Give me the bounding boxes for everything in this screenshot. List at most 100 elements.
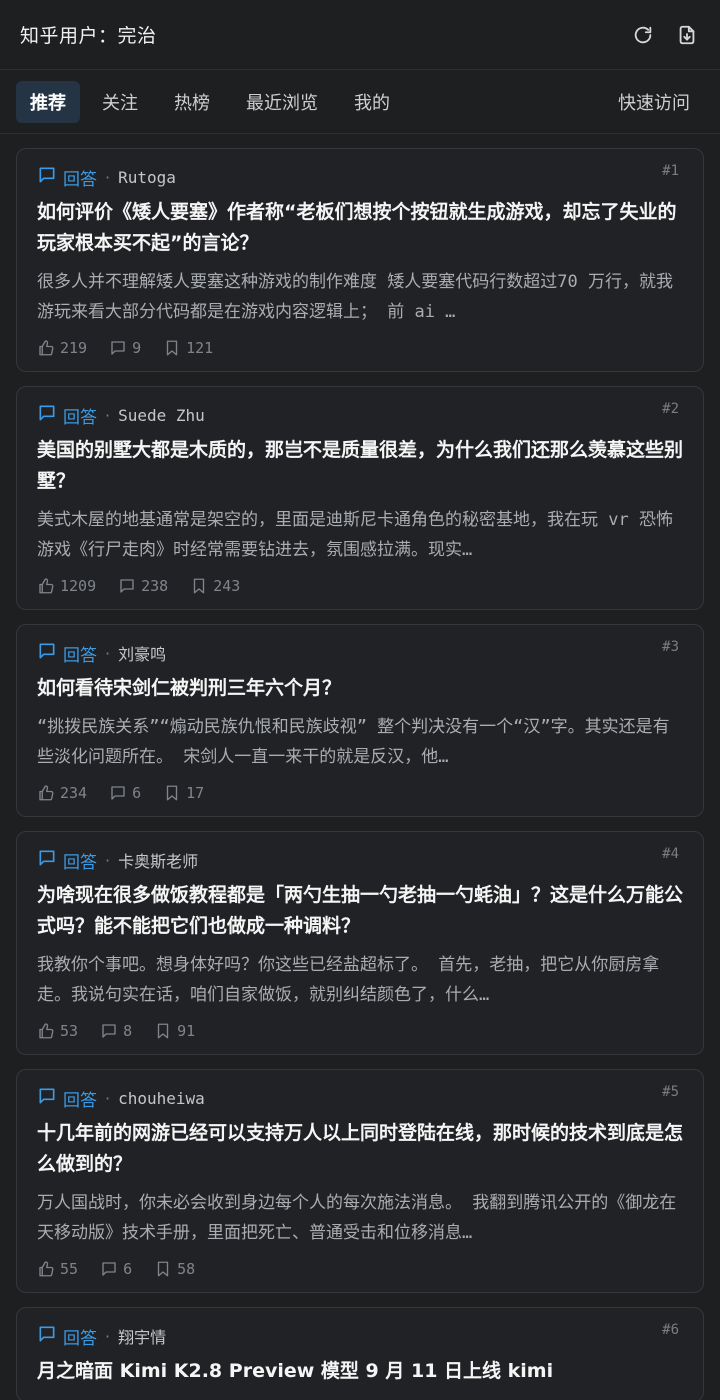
like-count: 55	[60, 1260, 79, 1278]
card-index: #1	[662, 163, 679, 179]
bookmark-icon	[157, 1261, 169, 1277]
favorite-stat[interactable]: 58	[154, 1260, 195, 1278]
question-title[interactable]: 如何评价《矮人要塞》作者称“老板们想按个按钮就生成游戏，却忘了失业的玩家根本买不…	[37, 197, 683, 259]
feed-card[interactable]: #1 回答 · Rutoga 如何评价《矮人要塞》作者称“老板们想按个按钮就生成…	[16, 148, 704, 372]
favorite-stat[interactable]: 121	[163, 339, 213, 357]
comment-stat[interactable]: 238	[118, 577, 168, 595]
author-name[interactable]: 卡奥斯老师	[118, 848, 198, 872]
question-title[interactable]: 如何看待宋剑仁被判刑三年六个月？	[37, 673, 683, 704]
card-meta: 回答 · Suede Zhu	[37, 403, 683, 428]
comment-count: 6	[123, 1260, 133, 1278]
app-header: 知乎用户：完治	[0, 0, 720, 70]
favorite-count: 121	[186, 339, 214, 357]
content-type-label: 回答	[63, 407, 97, 428]
feed-card[interactable]: #4 回答 · 卡奥斯老师 为啥现在很多做饭教程都是「两勺生抽一勺老抽一勺蚝油」…	[16, 831, 704, 1055]
page-title: 知乎用户：完治	[20, 25, 157, 47]
bookmark-icon	[166, 340, 178, 356]
card-meta: 回答 · 卡奥斯老师	[37, 848, 683, 873]
like-stat[interactable]: 234	[37, 784, 87, 802]
comment-count: 9	[132, 339, 142, 357]
card-index: #5	[662, 1084, 679, 1100]
thumbs-up-icon	[39, 785, 54, 801]
answer-excerpt[interactable]: “挑拨民族关系”“煽动民族仇恨和民族歧视” 整个判决没有一个“汉”字。其实还是有…	[37, 712, 683, 772]
comment-icon	[111, 786, 125, 800]
question-title[interactable]: 为啥现在很多做饭教程都是「两勺生抽一勺老抽一勺蚝油」？这是什么万能公式吗？能不能…	[37, 880, 683, 942]
like-stat[interactable]: 1209	[37, 577, 96, 595]
card-index: #2	[662, 401, 679, 417]
thumbs-up-icon	[39, 1261, 54, 1277]
question-title[interactable]: 美国的别墅大都是木质的，那岂不是质量很差，为什么我们还那么羡慕这些别墅？	[37, 435, 683, 497]
separator-dot: ·	[105, 167, 111, 187]
separator-dot: ·	[105, 1088, 111, 1108]
content-type-label: 回答	[63, 1328, 97, 1349]
separator-dot: ·	[105, 405, 111, 425]
comment-stat[interactable]: 6	[109, 784, 141, 802]
comment-icon	[37, 848, 57, 872]
card-meta: 回答 · 刘豪鸣	[37, 641, 683, 666]
like-stat[interactable]: 55	[37, 1260, 78, 1278]
like-stat[interactable]: 219	[37, 339, 87, 357]
card-index: #4	[662, 846, 679, 862]
question-title[interactable]: 十几年前的网游已经可以支持万人以上同时登陆在线，那时候的技术到底是怎么做到的？	[37, 1118, 683, 1180]
favorite-stat[interactable]: 17	[163, 784, 204, 802]
separator-dot: ·	[105, 850, 111, 870]
quick-access-button[interactable]: 快速访问	[604, 81, 704, 123]
answer-excerpt[interactable]: 很多人并不理解矮人要塞这种游戏的制作难度 矮人要塞代码行数超过70 万行，就我游…	[37, 267, 683, 327]
thumbs-up-icon	[39, 1023, 54, 1039]
comment-icon	[37, 1324, 57, 1348]
author-name[interactable]: 翔宇情	[118, 1324, 166, 1348]
like-count: 53	[60, 1022, 79, 1040]
content-type-label: 回答	[63, 645, 97, 666]
tab-follow[interactable]: 关注	[88, 81, 152, 123]
refresh-icon[interactable]	[630, 22, 656, 48]
like-stat[interactable]: 53	[37, 1022, 78, 1040]
answer-excerpt[interactable]: 我教你个事吧。想身体好吗？你这些已经盐超标了。 首先，老抽，把它从你厨房拿走。我…	[37, 950, 683, 1010]
author-name[interactable]: chouheiwa	[118, 1089, 205, 1108]
comment-count: 8	[123, 1022, 133, 1040]
favorite-count: 58	[177, 1260, 196, 1278]
download-file-icon[interactable]	[674, 22, 700, 48]
bookmark-icon	[166, 785, 178, 801]
like-count: 1209	[60, 577, 97, 595]
comment-stat[interactable]: 9	[109, 339, 141, 357]
comment-icon	[37, 165, 57, 189]
card-meta: 回答 · Rutoga	[37, 165, 683, 190]
content-type-label: 回答	[63, 852, 97, 873]
tab-hot[interactable]: 热榜	[160, 81, 224, 123]
feed-card[interactable]: #2 回答 · Suede Zhu 美国的别墅大都是木质的，那岂不是质量很差，为…	[16, 386, 704, 610]
author-name[interactable]: 刘豪鸣	[118, 641, 166, 665]
author-name[interactable]: Suede Zhu	[118, 406, 205, 425]
favorite-count: 91	[177, 1022, 196, 1040]
content-type-label: 回答	[63, 169, 97, 190]
comment-count: 238	[141, 577, 169, 595]
favorite-count: 17	[186, 784, 205, 802]
tab-mine[interactable]: 我的	[340, 81, 404, 123]
comment-icon	[102, 1262, 116, 1276]
card-meta: 回答 · 翔宇情	[37, 1324, 683, 1349]
bookmark-icon	[194, 578, 205, 594]
answer-excerpt[interactable]: 万人国战时，你未必会收到身边每个人的每次施法消息。 我翻到腾讯公开的《御龙在天移…	[37, 1188, 683, 1248]
content-type-label: 回答	[63, 1090, 97, 1111]
author-name[interactable]: Rutoga	[118, 168, 176, 187]
card-stats: 219 9 121	[37, 339, 683, 357]
comment-stat[interactable]: 6	[100, 1260, 132, 1278]
card-index: #3	[662, 639, 679, 655]
tab-recommend[interactable]: 推荐	[16, 80, 80, 123]
feed-card[interactable]: #5 回答 · chouheiwa 十几年前的网游已经可以支持万人以上同时登陆在…	[16, 1069, 704, 1293]
nav-tabs: 推荐 关注 热榜 最近浏览 我的 快速访问	[0, 70, 720, 134]
thumbs-up-icon	[39, 578, 54, 594]
question-title[interactable]: 月之暗面 Kimi K2.8 Preview 模型 9 月 11 日上线 kim…	[37, 1356, 683, 1387]
favorite-stat[interactable]: 243	[190, 577, 240, 595]
comment-icon	[111, 341, 125, 355]
comment-stat[interactable]: 8	[100, 1022, 132, 1040]
feed-list: #1 回答 · Rutoga 如何评价《矮人要塞》作者称“老板们想按个按钮就生成…	[0, 134, 720, 1400]
comment-icon	[37, 1086, 57, 1110]
answer-excerpt[interactable]: 美式木屋的地基通常是架空的，里面是迪斯尼卡通角色的秘密基地，我在玩 vr 恐怖游…	[37, 505, 683, 565]
tab-recent[interactable]: 最近浏览	[232, 81, 332, 123]
feed-card[interactable]: #3 回答 · 刘豪鸣 如何看待宋剑仁被判刑三年六个月？ “挑拨民族关系”“煽动…	[16, 624, 704, 817]
separator-dot: ·	[105, 643, 111, 663]
favorite-stat[interactable]: 91	[154, 1022, 195, 1040]
feed-card[interactable]: #6 回答 · 翔宇情 月之暗面 Kimi K2.8 Preview 模型 9 …	[16, 1307, 704, 1400]
favorite-count: 243	[213, 577, 241, 595]
card-stats: 1209 238 243	[37, 577, 683, 595]
